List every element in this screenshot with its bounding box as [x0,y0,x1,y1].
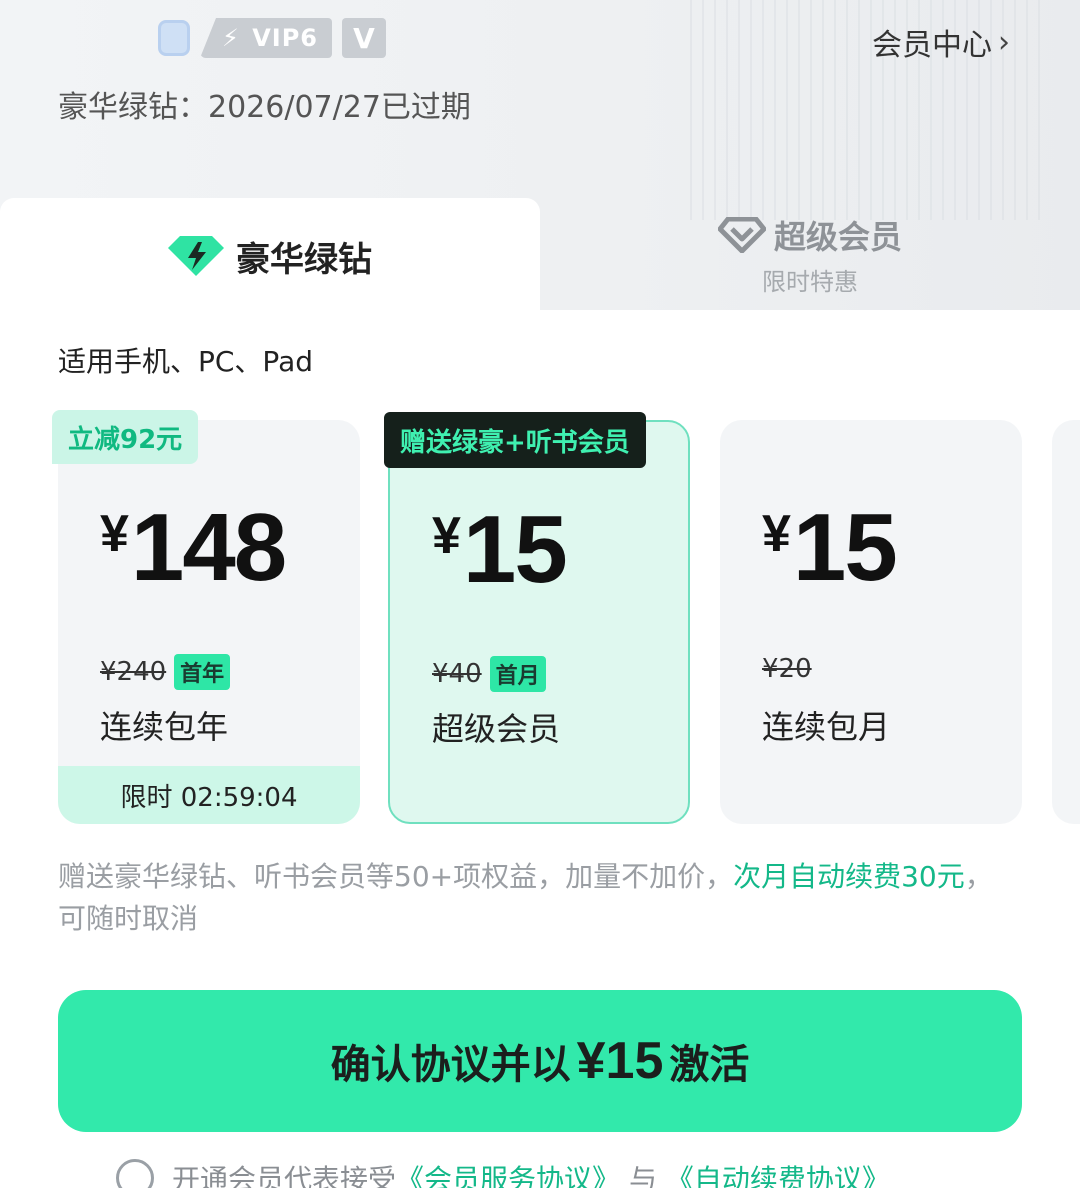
plan-card-super-member[interactable]: 赠送绿豪+听书会员 ¥ 15 ¥40 首月 超级会员 [384,412,690,824]
chevron-right-icon: › [998,24,1010,60]
plan-card-monthly[interactable]: ¥ 15 ¥20 连续包月 [720,420,1022,824]
v-badge[interactable]: V [342,18,386,58]
vip-level-badge[interactable]: ⚡ VIP6 [200,18,332,58]
tab-label: 豪华绿钻 [236,239,372,280]
expire-status: 豪华绿钻：2026/07/27已过期 [58,90,471,125]
plan-price: ¥ 15 [762,494,898,601]
original-price: ¥20 [762,654,812,684]
vip-level-label: VIP6 [252,24,318,52]
applies-to-devices: 适用手机、PC、Pad [58,345,313,378]
original-price-row: ¥20 [762,654,812,684]
discount-tag: 立减92元 [52,410,199,464]
period-tag: 首月 [489,656,546,692]
plan-name: 连续包年 [100,708,229,746]
plan-description: 赠送豪华绿钻、听书会员等50+项权益，加量不加价，次月自动续费30元，可随时取消 [58,860,993,935]
plan-price: ¥ 15 [432,496,568,603]
agreement-checkbox[interactable] [116,1159,154,1188]
member-center-link[interactable]: 会员中心 › [872,20,1010,64]
activate-amount: ¥15 [576,1032,664,1090]
member-center-label: 会员中心 [872,28,992,63]
tab-label: 超级会员 [773,217,902,256]
member-service-agreement-link[interactable]: 《会员服务协议》 [396,1163,620,1188]
plan-card-more[interactable] [1052,420,1080,824]
green-diamond-icon [168,236,224,276]
auto-renew-note: 次月自动续费30元 [733,860,965,893]
original-price: ¥40 [432,659,482,689]
period-tag: 首年 [174,654,231,690]
gift-tag: 赠送绿豪+听书会员 [384,412,646,468]
plan-price: ¥ 148 [100,494,287,601]
tab-sublabel: 限时特惠 [762,267,858,296]
original-price: ¥240 [100,657,167,687]
plan-name: 超级会员 [432,710,561,748]
diamond-outline-icon [717,216,766,253]
original-price-row: ¥40 首月 [432,656,546,692]
plan-name: 连续包月 [762,708,891,746]
original-price-row: ¥240 首年 [100,654,231,690]
auto-renew-agreement-link[interactable]: 《自动续费协议》 [666,1163,890,1188]
plan-card-yearly[interactable]: 立减92元 ¥ 148 ¥240 首年 连续包年 限时 02:59:04 [52,410,360,824]
activate-button[interactable]: 确认协议并以 ¥15 激活 [58,990,1022,1132]
countdown-timer: 限时 02:59:04 [58,766,360,824]
avatar[interactable] [158,20,190,56]
agreement-row: 开通会员代表接受《会员服务协议》 与 《自动续费协议》 [116,1158,890,1188]
tab-luxury-green-diamond[interactable]: 豪华绿钻 [0,198,540,328]
lightning-icon: ⚡ [222,24,240,52]
tab-super-member[interactable]: 超级会员 限时特惠 [540,198,1080,310]
